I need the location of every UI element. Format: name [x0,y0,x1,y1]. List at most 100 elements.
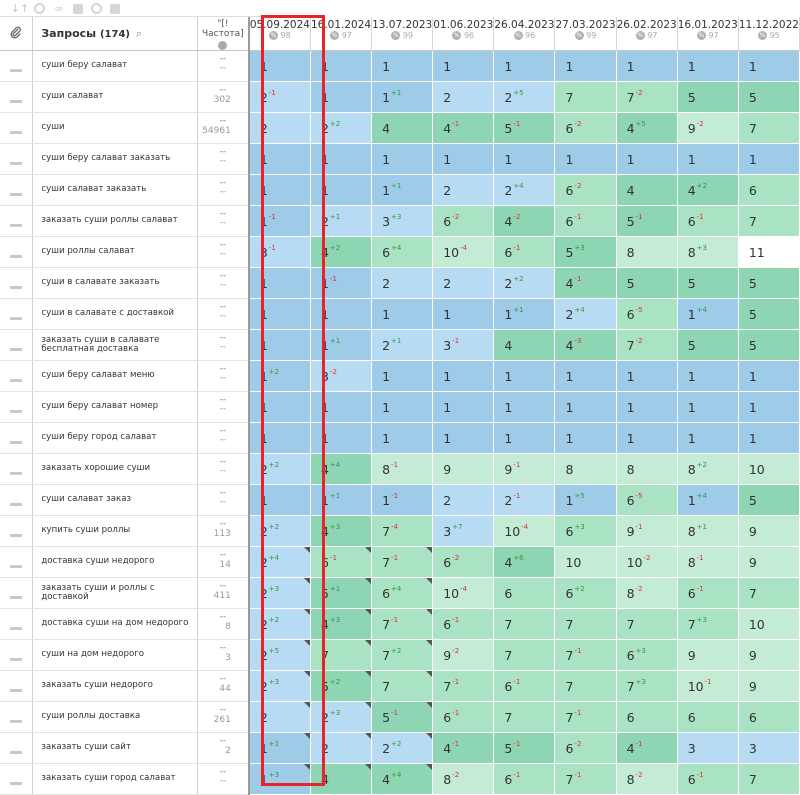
query-cell[interactable]: суши беру салават номер [32,391,198,423]
sort-icon[interactable]: ↓↑ [11,2,29,15]
position-cell[interactable]: 7 [310,639,373,671]
position-cell[interactable]: 7 [371,670,434,702]
query-cell[interactable]: заказать суши в салавате бесплатная дост… [32,329,198,361]
position-cell[interactable]: 5-1 [493,112,556,144]
link-icon[interactable]: ∞ [53,2,65,15]
position-cell[interactable]: 7 [554,608,617,640]
date-column-header[interactable]: 26.04.2023 % 96 [493,17,556,51]
position-cell[interactable]: 6 [616,701,678,733]
position-cell[interactable]: 5 [677,329,739,361]
query-cell[interactable]: суши беру город салават [32,422,198,454]
position-cell[interactable]: 10-2 [616,546,678,578]
date-column-header[interactable]: 16.01.2023 % 97 [677,17,739,51]
date-column-header[interactable]: 16.01.2024 % 97 [310,17,373,51]
position-cell[interactable]: 1 [677,50,739,82]
position-cell[interactable]: 1 [554,391,617,423]
position-cell[interactable]: 1 [738,143,800,175]
position-cell[interactable]: 1+1 [310,329,373,361]
position-cell[interactable]: 5+2 [310,670,373,702]
position-cell[interactable]: 7 [493,701,556,733]
position-cell[interactable]: 5 [738,484,800,516]
position-cell[interactable]: 2 [310,732,373,764]
position-cell[interactable]: 5 [616,267,678,299]
query-cell[interactable]: суши беру салават меню [32,360,198,392]
position-cell[interactable]: 1 [616,360,678,392]
position-cell[interactable]: 10-1 [677,670,739,702]
position-cell[interactable]: 6-1 [493,763,556,795]
row-link-cell[interactable] [0,639,34,671]
position-cell[interactable]: 1 [432,360,495,392]
position-cell[interactable]: 4+4 [371,763,434,795]
chart-icon[interactable] [73,3,83,14]
search-icon[interactable]: ⌕ [136,27,142,40]
position-cell[interactable]: 7-2 [616,329,678,361]
position-cell[interactable]: 4-1 [432,732,495,764]
contrast-icon[interactable] [91,3,102,14]
row-link-cell[interactable] [0,267,34,299]
position-cell[interactable]: 4 [310,763,373,795]
position-cell[interactable]: 2 [371,267,434,299]
position-cell[interactable]: 1 [310,143,373,175]
row-link-cell[interactable] [0,515,34,547]
position-cell[interactable]: 6-2 [554,174,617,206]
position-cell[interactable]: 1+3 [248,763,311,795]
position-cell[interactable]: 4+2 [677,174,739,206]
coins-icon[interactable] [34,3,45,14]
row-link-cell[interactable] [0,732,34,764]
position-cell[interactable]: 6+4 [371,577,434,609]
position-cell[interactable]: 9 [738,639,800,671]
position-cell[interactable]: 10 [554,546,617,578]
position-cell[interactable]: 7 [554,670,617,702]
position-cell[interactable]: 6 [738,174,800,206]
position-cell[interactable]: 7-4 [371,515,434,547]
query-cell[interactable]: доставка суши недорого [32,546,198,578]
position-cell[interactable]: 1 [248,267,311,299]
query-cell[interactable]: заказать суши недорого [32,670,198,702]
position-cell[interactable]: 1 [554,143,617,175]
row-link-cell[interactable] [0,143,34,175]
position-cell[interactable]: 7-1 [371,546,434,578]
position-cell[interactable]: 3 [738,732,800,764]
position-cell[interactable]: 6+2 [554,577,617,609]
position-cell[interactable]: 1 [493,143,556,175]
position-cell[interactable]: 6-2 [554,732,617,764]
position-cell[interactable]: 1 [371,391,434,423]
position-cell[interactable]: 1 [738,360,800,392]
row-link-cell[interactable] [0,670,34,702]
position-cell[interactable]: 6-1 [677,205,739,237]
position-cell[interactable]: 9 [432,453,495,485]
query-column-header[interactable]: Запросы (174) ⌕ [32,17,198,51]
position-cell[interactable]: 8+1 [677,515,739,547]
row-link-cell[interactable] [0,50,34,82]
position-cell[interactable]: 1 [248,484,311,516]
position-cell[interactable]: 4-1 [432,112,495,144]
row-link-cell[interactable] [0,391,34,423]
position-cell[interactable]: 10-4 [432,577,495,609]
position-cell[interactable]: 9 [738,515,800,547]
position-cell[interactable]: 1+1 [248,732,311,764]
position-cell[interactable]: 7-1 [432,670,495,702]
position-cell[interactable]: 1 [493,360,556,392]
row-link-cell[interactable] [0,453,34,485]
position-cell[interactable]: 8-1 [371,453,434,485]
position-cell[interactable]: 2+5 [248,639,311,671]
position-cell[interactable]: 8-2 [616,763,678,795]
position-cell[interactable]: 2 [432,267,495,299]
position-cell[interactable]: 7-1 [554,701,617,733]
position-cell[interactable]: 1+1 [310,484,373,516]
position-cell[interactable]: 5 [738,298,800,330]
position-cell[interactable]: 4+2 [310,236,373,268]
position-cell[interactable]: 4+3 [310,515,373,547]
position-cell[interactable]: 6-1 [432,701,495,733]
position-cell[interactable]: 4 [371,112,434,144]
position-cell[interactable]: 6+3 [554,515,617,547]
position-cell[interactable]: 7 [616,608,678,640]
position-cell[interactable]: 4-1 [616,732,678,764]
position-cell[interactable]: 2+1 [371,329,434,361]
position-cell[interactable]: 9 [677,639,739,671]
position-cell[interactable]: 1 [616,422,678,454]
position-cell[interactable]: 2+2 [248,608,311,640]
position-cell[interactable]: 8 [616,236,678,268]
position-cell[interactable]: 6+3 [616,639,678,671]
position-cell[interactable]: 2 [248,112,311,144]
